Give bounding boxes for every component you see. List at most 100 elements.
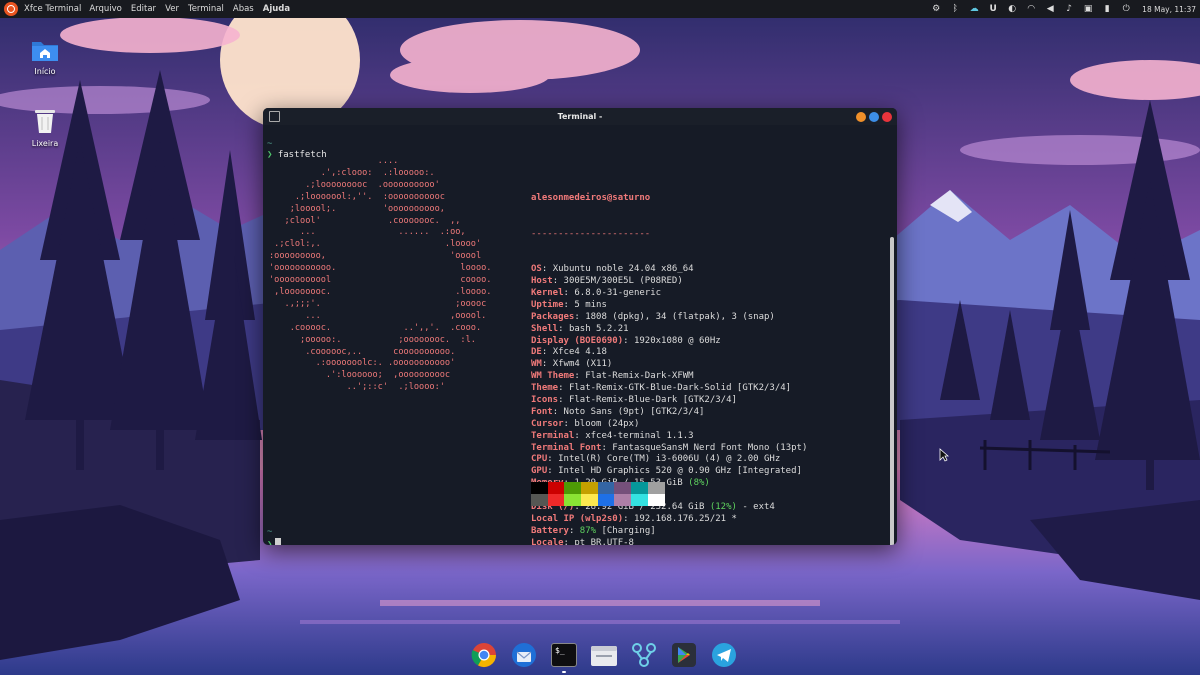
info-value: pt_BR.UTF-8 (574, 537, 634, 545)
menu-ajuda[interactable]: Ajuda (263, 3, 290, 15)
info-key: Locale (531, 537, 564, 545)
color-swatch (547, 482, 565, 494)
info-row: Host: 300E5M/300E5L (P08RED) (531, 276, 807, 288)
lock-icon[interactable]: ▣ (1083, 4, 1093, 14)
info-value: 192.168.176.25/21 * (633, 513, 737, 524)
menu-abas[interactable]: Abas (233, 3, 254, 15)
info-value: Noto Sans (9pt) [GTK2/3/4] (563, 406, 705, 417)
info-key: CPU (531, 454, 548, 465)
prompt-path: ~ (267, 527, 273, 537)
info-value: 5 mins (574, 299, 607, 310)
color-swatch (531, 494, 548, 506)
info-row: WM: Xfwm4 (X11) (531, 359, 807, 371)
info-row: Uptime: 5 mins (531, 300, 807, 312)
info-key: WM (531, 359, 542, 370)
info-key: Theme (531, 383, 559, 394)
menu-arquivo[interactable]: Arquivo (89, 3, 122, 15)
terminal-window-icon (269, 111, 280, 122)
info-value: 300E5M/300E5L (P08RED) (563, 276, 683, 287)
info-colon: : (547, 466, 559, 477)
desktop-icon-label: Lixeira (31, 139, 59, 148)
info-key: Terminal Font (531, 442, 602, 453)
info-colon: : (623, 335, 634, 346)
color-swatch (564, 494, 582, 506)
active-app-name[interactable]: Xfce Terminal (24, 4, 81, 14)
info-row: Cursor: bloom (24px) (531, 419, 807, 431)
info-key: Packages (531, 311, 575, 322)
google-play-launcher[interactable] (670, 641, 698, 669)
close-button[interactable] (882, 112, 892, 122)
desktop-icon-home[interactable]: Início (15, 38, 75, 76)
info-colon: : (623, 513, 634, 524)
file-manager-launcher[interactable] (590, 641, 618, 669)
info-value: Xubuntu noble 24.04 x86_64 (552, 264, 694, 275)
info-value: 1808 (dpkg), 34 (flatpak), 3 (snap) (585, 311, 775, 322)
info-key: Kernel (531, 288, 564, 298)
color-swatch (547, 494, 565, 506)
headset-icon[interactable]: ◐ (1007, 4, 1017, 14)
distro-ascii-logo: .... .',:clooo: .:looooo:. .;looooooooc … (269, 156, 492, 393)
info-value: bloom (24px) (574, 418, 640, 429)
terminal-titlebar[interactable]: Terminal - (263, 108, 897, 125)
chrome-launcher[interactable] (470, 641, 498, 669)
info-row: Packages: 1808 (dpkg), 34 (flatpak), 3 (… (531, 312, 807, 324)
terminal-scrollbar[interactable] (890, 237, 894, 545)
ubuntu-menu-icon[interactable] (4, 2, 18, 16)
maximize-button[interactable] (869, 112, 879, 122)
terminal-launcher[interactable]: $_ (550, 641, 578, 673)
info-colon: : (563, 299, 575, 310)
wifi-icon[interactable]: ◠ (1026, 4, 1036, 14)
info-key: Shell (531, 323, 559, 334)
info-row: GPU: Intel HD Graphics 520 @ 0.90 GHz [I… (531, 466, 807, 478)
color-swatch (564, 482, 582, 494)
speaker-icon[interactable]: ◀ (1045, 4, 1055, 14)
info-value: Xfwm4 (X11) (552, 359, 613, 370)
steam-icon[interactable]: ⚙ (931, 4, 941, 14)
minimize-button[interactable] (856, 112, 866, 122)
system-tray: ⚙ ᛒ ☁ U ◐ ◠ ◀ ♪ ▣ ▮ ⏻ 18 May, 11:37 (931, 0, 1196, 18)
info-row: Terminal Font: FantasqueSansM Nerd Font … (531, 443, 807, 455)
info-key: Uptime (531, 299, 564, 310)
home-folder-icon (32, 42, 58, 61)
running-indicator (562, 671, 566, 673)
telegram-launcher[interactable] (710, 641, 738, 669)
terminal-window[interactable]: Terminal - ~ ❯ fastfetch .... .',:clooo:… (263, 108, 897, 545)
color-swatch (631, 494, 648, 506)
info-colon: : (552, 276, 564, 287)
palette-row-normal (531, 482, 665, 494)
battery-icon[interactable]: ▮ (1102, 4, 1112, 14)
terminal-output[interactable]: ~ ❯ fastfetch .... .',:clooo: .:looooo:.… (263, 125, 897, 545)
color-palette (531, 482, 665, 506)
user-host: alesonmedeiros@saturno (531, 192, 651, 203)
info-suffix: [Charging] (596, 525, 656, 536)
u-icon[interactable]: U (988, 4, 998, 14)
cloud-icon[interactable]: ☁ (969, 4, 979, 14)
prompt-caret: ❯ (267, 540, 273, 545)
info-row: CPU: Intel(R) Core(TM) i3-6006U (4) @ 2.… (531, 454, 807, 466)
clock[interactable]: 18 May, 11:37 (1142, 5, 1196, 14)
power-icon[interactable]: ⏻ (1121, 4, 1131, 14)
info-value: 6.8.0-31-generic (574, 288, 662, 298)
info-key: Terminal (531, 430, 575, 441)
color-swatch (531, 482, 548, 494)
thunderbird-icon (512, 643, 536, 667)
thunderbird-launcher[interactable] (510, 641, 538, 669)
info-suffix: - ext4 (736, 502, 775, 513)
info-value: Xfce4 4.18 (552, 347, 607, 358)
info-row: Theme: Flat-Remix-GTK-Blue-Dark-Solid [G… (531, 383, 807, 395)
menu-ver[interactable]: Ver (165, 3, 179, 15)
info-row: Kernel: 6.8.0-31-generic (531, 288, 807, 300)
network-app-launcher[interactable] (630, 641, 658, 669)
color-swatch (647, 482, 665, 494)
bell-icon[interactable]: ♪ (1064, 4, 1074, 14)
info-row: WM Theme: Flat-Remix-Dark-XFWM (531, 371, 807, 383)
palette-row-bright (531, 494, 665, 506)
bluetooth-icon[interactable]: ᛒ (950, 4, 960, 14)
menu-editar[interactable]: Editar (131, 3, 156, 15)
info-key: Host (531, 276, 553, 287)
desktop-icon-trash[interactable]: Lixeira (15, 106, 75, 148)
input-line[interactable]: ❯ (267, 538, 282, 545)
info-colon: : (558, 323, 569, 334)
info-value: xfce4-terminal 1.1.3 (585, 430, 694, 441)
menu-terminal[interactable]: Terminal (188, 3, 224, 15)
